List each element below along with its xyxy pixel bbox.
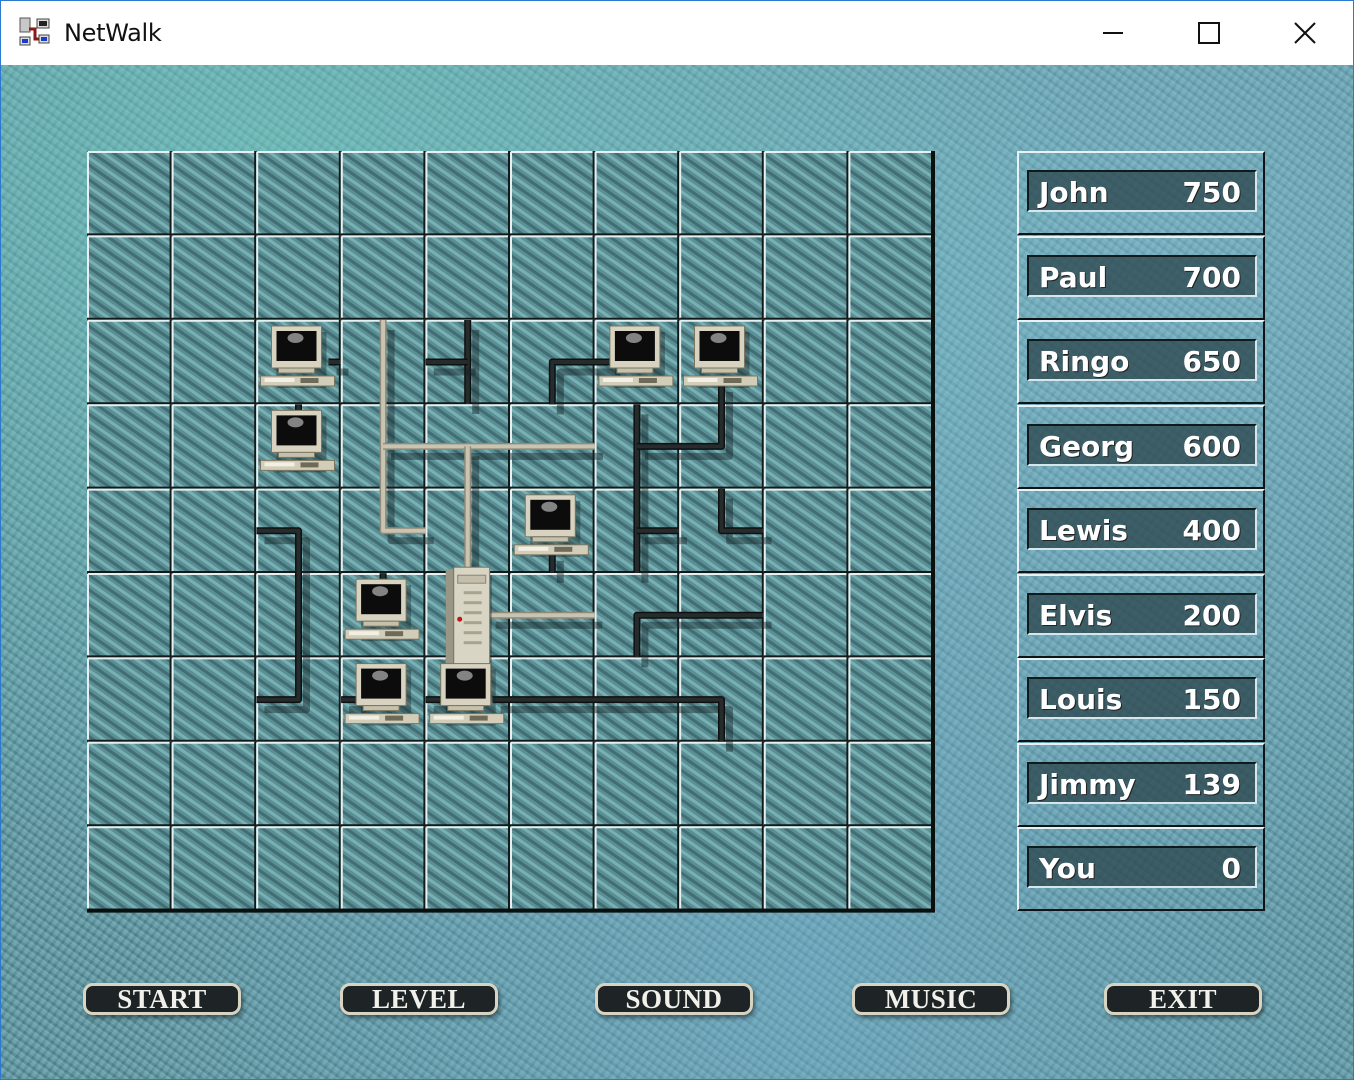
netwalk-app-icon xyxy=(19,17,50,46)
player-name: Ringo xyxy=(1039,345,1130,378)
close-button[interactable] xyxy=(1257,1,1353,65)
computer-icon[interactable] xyxy=(513,494,589,557)
score-entry: John 750 xyxy=(1027,170,1257,212)
sound-button[interactable]: SOUND xyxy=(595,983,753,1015)
netwalk-window: NetWalk John 750 Paul 700 Ringo 650 Georg 600 Le… xyxy=(0,0,1354,1080)
score-entry: You 0 xyxy=(1027,846,1257,888)
level-button[interactable]: LEVEL xyxy=(340,983,498,1015)
title-bar[interactable]: NetWalk xyxy=(1,1,1353,65)
maximize-icon xyxy=(1198,22,1220,44)
player-score: 600 xyxy=(1182,429,1241,463)
computer-icon[interactable] xyxy=(598,325,674,388)
score-slot: Georg 600 xyxy=(1017,404,1265,489)
score-slot: Lewis 400 xyxy=(1017,489,1265,573)
score-entry: Ringo 650 xyxy=(1027,339,1257,381)
score-slot: Ringo 650 xyxy=(1017,320,1265,404)
score-entry: Jimmy 139 xyxy=(1027,761,1257,804)
score-entry: Georg 600 xyxy=(1027,423,1257,466)
computer-icon[interactable] xyxy=(429,663,505,726)
computer-icon[interactable] xyxy=(344,578,420,642)
minimize-button[interactable] xyxy=(1065,1,1161,65)
player-score: 750 xyxy=(1182,176,1241,209)
score-slot: Paul 700 xyxy=(1017,235,1265,320)
player-score: 650 xyxy=(1182,345,1241,378)
player-name: Louis xyxy=(1039,683,1123,716)
score-entry: Elvis 200 xyxy=(1027,592,1257,635)
server-icon[interactable] xyxy=(445,566,492,678)
player-score: 0 xyxy=(1221,852,1241,885)
player-score: 150 xyxy=(1182,683,1241,716)
score-slot: Jimmy 139 xyxy=(1017,742,1265,827)
computer-icon[interactable] xyxy=(260,325,335,388)
score-slot: John 750 xyxy=(1017,151,1265,235)
minimize-icon xyxy=(1103,32,1123,34)
player-name: Jimmy xyxy=(1039,767,1136,801)
game-area: John 750 Paul 700 Ringo 650 Georg 600 Lewis 400 El… xyxy=(1,65,1353,1079)
exit-button[interactable]: EXIT xyxy=(1104,983,1262,1015)
maximize-button[interactable] xyxy=(1161,1,1257,65)
player-score: 700 xyxy=(1182,260,1241,294)
player-score: 139 xyxy=(1182,767,1241,801)
score-slot: Elvis 200 xyxy=(1017,573,1265,658)
score-entry: Louis 150 xyxy=(1027,677,1257,719)
window-title: NetWalk xyxy=(64,19,162,47)
player-score: 400 xyxy=(1182,514,1241,547)
score-slot: Louis 150 xyxy=(1017,658,1265,742)
start-button[interactable]: START xyxy=(83,983,241,1015)
player-name: Lewis xyxy=(1039,514,1128,547)
player-name: Georg xyxy=(1039,429,1135,463)
high-score-panel: John 750 Paul 700 Ringo 650 Georg 600 Lewis 400 El… xyxy=(1017,151,1267,913)
player-name: John xyxy=(1039,176,1109,209)
score-entry: Lewis 400 xyxy=(1027,508,1257,550)
score-slot: You 0 xyxy=(1017,827,1265,911)
computer-icon[interactable] xyxy=(683,325,758,388)
score-entry: Paul 700 xyxy=(1027,254,1257,297)
player-name: Paul xyxy=(1039,260,1108,294)
player-score: 200 xyxy=(1182,598,1241,632)
computer-icon[interactable] xyxy=(344,663,420,726)
close-icon xyxy=(1294,22,1316,44)
player-name: Elvis xyxy=(1039,598,1113,632)
computer-icon[interactable] xyxy=(260,409,335,473)
player-name: You xyxy=(1039,852,1096,885)
music-button[interactable]: MUSIC xyxy=(852,983,1010,1015)
